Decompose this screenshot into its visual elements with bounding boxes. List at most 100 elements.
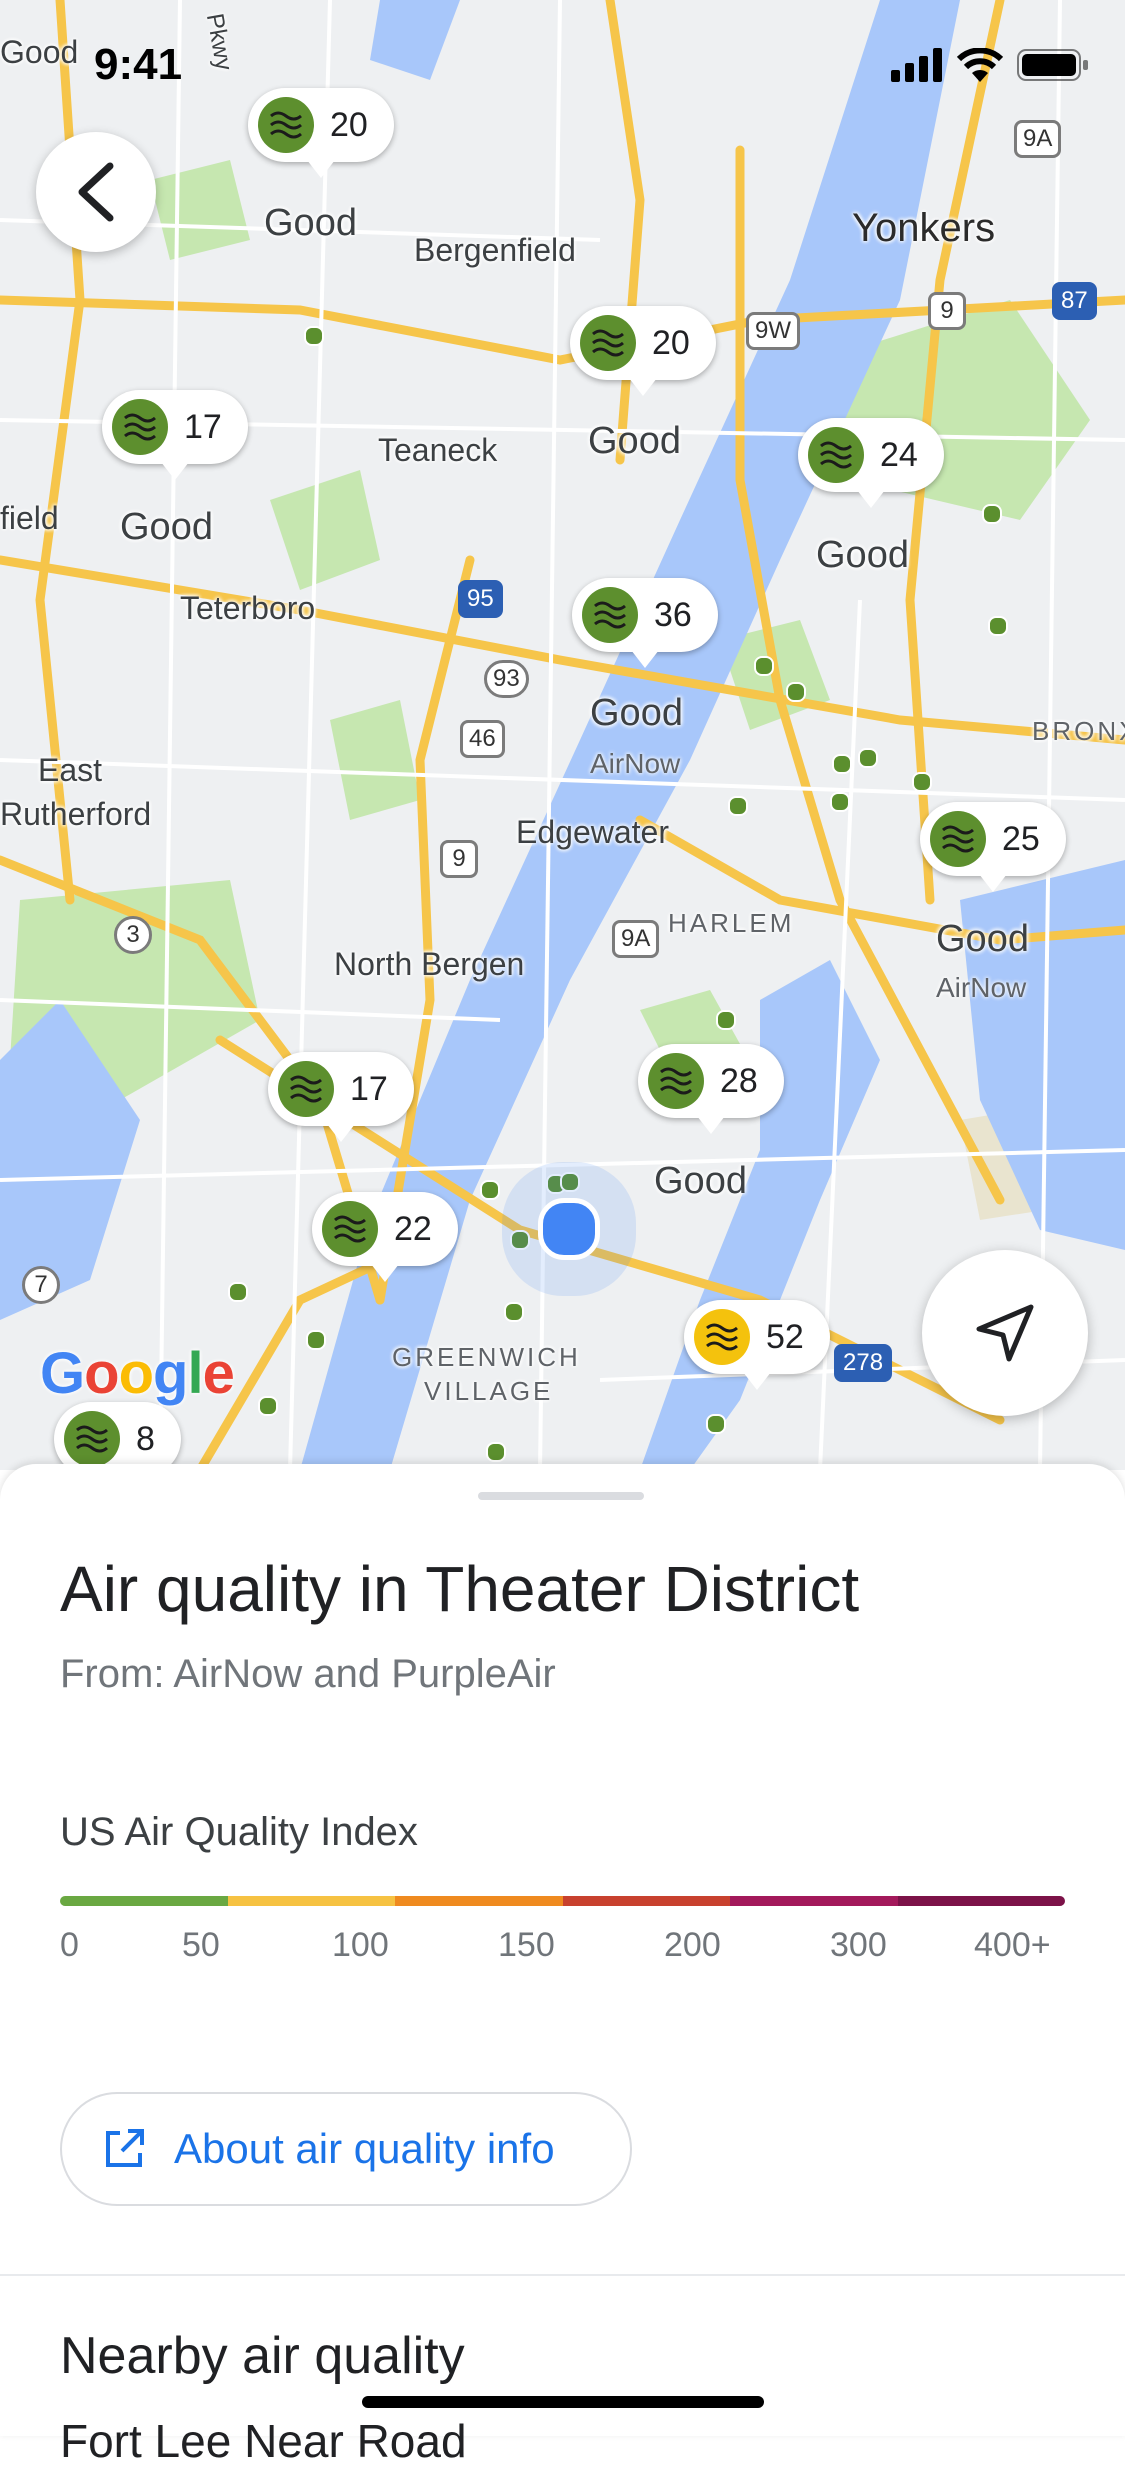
aqi-status: Good	[120, 506, 213, 548]
air-quality-icon	[582, 587, 638, 643]
sensor-dot[interactable]	[510, 1230, 530, 1250]
sensor-dot[interactable]	[728, 796, 748, 816]
route-shield: 87	[1052, 282, 1097, 320]
aqi-marker[interactable]: 17	[102, 390, 248, 480]
sensor-dot[interactable]	[480, 1180, 500, 1200]
aqi-value: 17	[350, 1069, 388, 1108]
aqi-value: 25	[1002, 819, 1040, 858]
sensor-dot[interactable]	[912, 772, 932, 792]
aqi-value: 17	[184, 407, 222, 446]
sensor-dot[interactable]	[858, 748, 878, 768]
map-label-harlem: HARLEM	[668, 908, 795, 938]
air-quality-icon	[648, 1053, 704, 1109]
air-quality-icon	[322, 1201, 378, 1257]
aqi-marker[interactable]: 25	[920, 802, 1066, 892]
sensor-dot[interactable]	[228, 1282, 248, 1302]
aqi-status: Good	[654, 1160, 747, 1202]
map-label-field: field	[0, 500, 59, 536]
aqi-scale-segment	[730, 1896, 898, 1906]
aqi-marker[interactable]: 36	[572, 578, 718, 668]
aqi-marker[interactable]: 20	[248, 88, 394, 178]
aqi-marker[interactable]: 28	[638, 1044, 784, 1134]
aqi-tick: 150	[498, 1926, 555, 1964]
air-quality-icon	[258, 97, 314, 153]
map-label-bronx: BRONX	[1032, 716, 1125, 746]
home-indicator[interactable]	[362, 2396, 764, 2408]
sensor-dot[interactable]	[304, 326, 324, 346]
aqi-tick: 100	[332, 1926, 389, 1964]
route-shield: 278	[834, 1344, 893, 1382]
route-shield: 46	[460, 720, 505, 758]
aqi-value: 24	[880, 435, 918, 474]
aqi-marker[interactable]: 22	[312, 1192, 458, 1282]
map-label-north-bergen: North Bergen	[334, 946, 525, 982]
nearby-section-title: Nearby air quality	[60, 2327, 465, 2385]
aqi-marker[interactable]: 24	[798, 418, 944, 508]
bottom-sheet: Air quality in Theater District From: Ai…	[0, 1464, 1125, 2467]
aqi-scale-segment	[227, 1896, 395, 1906]
map-label-teaneck: Teaneck	[378, 432, 498, 468]
sensor-dot[interactable]	[988, 616, 1008, 636]
navigation-arrow-icon	[976, 1304, 1034, 1362]
back-button[interactable]	[36, 132, 156, 252]
air-quality-icon	[580, 315, 636, 371]
route-shield: 93	[484, 660, 529, 698]
aqi-value: 52	[766, 1317, 804, 1356]
aqi-scale-segment	[60, 1896, 228, 1906]
open-external-icon	[106, 2129, 144, 2167]
sheet-drag-handle[interactable]	[478, 1492, 644, 1500]
air-quality-icon	[808, 427, 864, 483]
aqi-marker[interactable]: 8	[54, 1402, 181, 1470]
recenter-location-button[interactable]	[922, 1250, 1088, 1416]
air-quality-icon	[930, 811, 986, 867]
battery-icon	[1017, 49, 1088, 81]
cellular-signal-icon	[891, 48, 942, 82]
google-logo: Google	[40, 1341, 235, 1406]
aqi-scale-segment	[562, 1896, 730, 1906]
sensor-dot[interactable]	[504, 1302, 524, 1322]
aqi-scale-segment	[897, 1896, 1065, 1906]
aqi-marker[interactable]: 20	[570, 306, 716, 396]
aqi-value: 20	[330, 105, 368, 144]
aqi-source: AirNow	[936, 972, 1027, 1003]
aqi-marker[interactable]: 52	[684, 1300, 830, 1390]
aqi-tick: 300	[830, 1926, 887, 1964]
chevron-left-icon	[78, 162, 114, 222]
aqi-status: Good	[590, 692, 683, 734]
sensor-dot[interactable]	[716, 1010, 736, 1030]
route-shield: 7	[22, 1266, 60, 1304]
sensor-dot[interactable]	[830, 792, 850, 812]
sensor-dot[interactable]	[258, 1396, 278, 1416]
aqi-scale-title: US Air Quality Index	[60, 1810, 418, 1854]
map-label-bergenfield: Bergenfield	[414, 232, 576, 268]
aqi-status: Good	[264, 202, 357, 244]
aqi-tick: 50	[182, 1926, 220, 1964]
aqi-value: 8	[136, 1419, 155, 1458]
sensor-dot[interactable]	[982, 504, 1002, 524]
sensor-dot[interactable]	[560, 1172, 580, 1192]
sensor-dot[interactable]	[706, 1414, 726, 1434]
aqi-scale-segment	[395, 1896, 563, 1906]
aqi-status: Good	[816, 534, 909, 576]
sensor-dot[interactable]	[754, 656, 774, 676]
aqi-value: 28	[720, 1061, 758, 1100]
route-shield: 9	[928, 292, 966, 330]
aqi-tick: 400+	[974, 1926, 1051, 1964]
about-air-quality-button[interactable]: About air quality info	[60, 2092, 632, 2206]
sensor-dot[interactable]	[832, 754, 852, 774]
status-icons	[891, 48, 1089, 82]
wifi-icon	[957, 48, 1003, 82]
aqi-status: Good	[588, 420, 681, 462]
map-view[interactable]: Good Bergenfield Yonkers Teaneck Teterbo…	[0, 0, 1125, 1470]
route-shield: 95	[458, 580, 503, 618]
map-label-rutherford: Rutherford	[0, 796, 152, 832]
route-shield: 9	[440, 840, 478, 878]
air-quality-icon	[694, 1309, 750, 1365]
sensor-dot[interactable]	[786, 682, 806, 702]
aqi-marker[interactable]: 17	[268, 1052, 414, 1142]
sensor-dot[interactable]	[486, 1442, 506, 1462]
sensor-dot[interactable]	[306, 1330, 326, 1350]
map-label-edgewater: Edgewater	[516, 814, 669, 850]
aqi-value: 36	[654, 595, 692, 634]
nearby-list-item[interactable]: Fort Lee Near Road	[60, 2414, 467, 2468]
